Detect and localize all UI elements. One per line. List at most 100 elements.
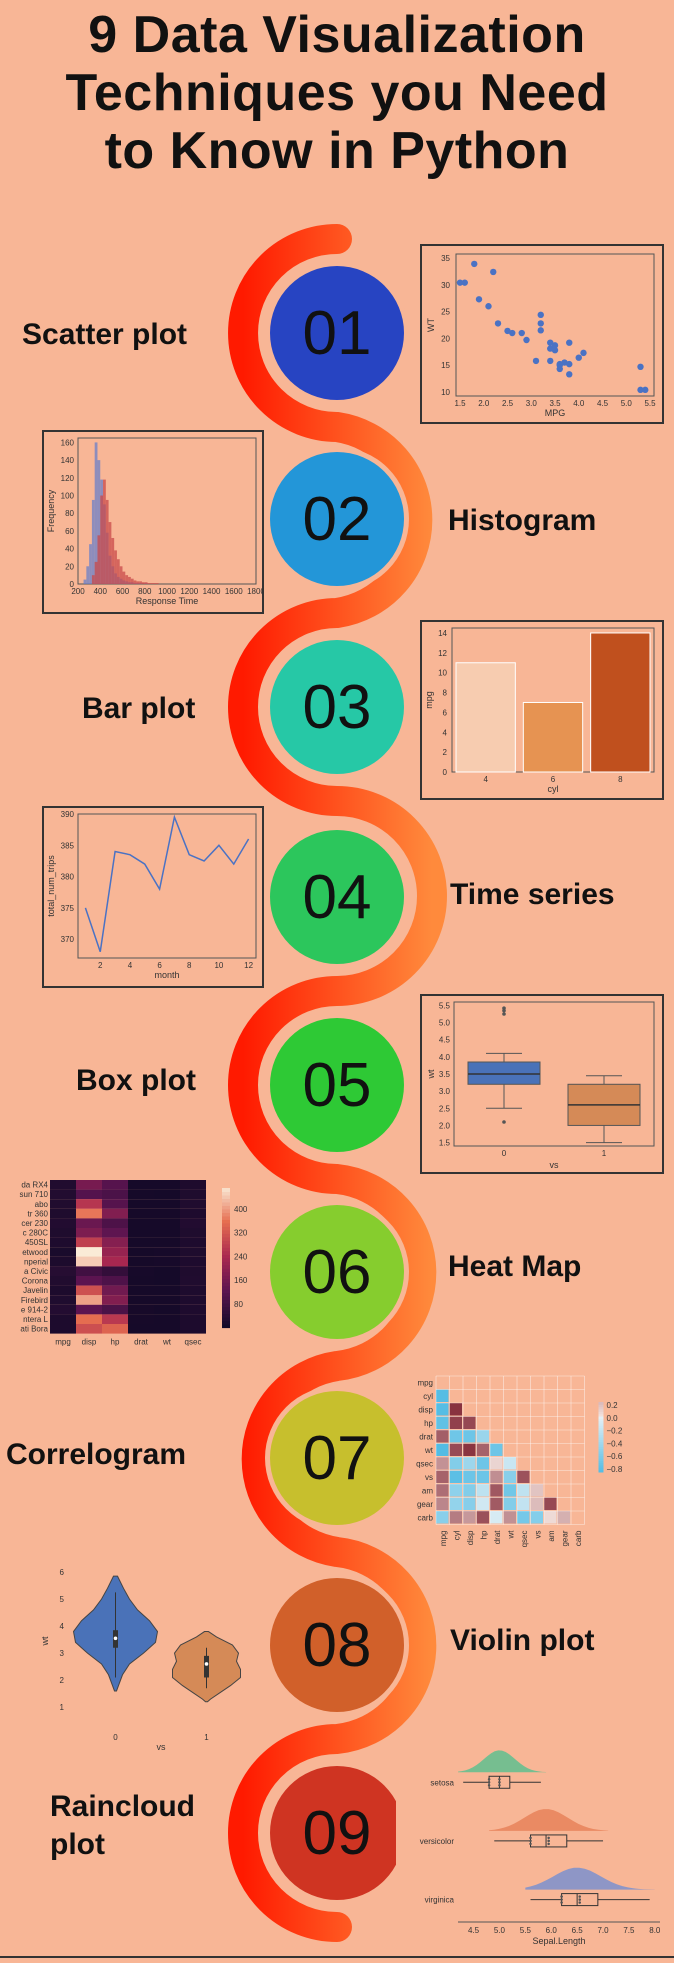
correlogram-col-label: vs: [533, 1531, 542, 1539]
heatmap-colorbar-segment: [222, 1188, 230, 1192]
correlogram-col-label: gear: [560, 1530, 569, 1546]
heatmap-colorbar-segment: [222, 1306, 230, 1311]
heatmap-cell: [102, 1189, 128, 1200]
correlogram-cell: [530, 1484, 543, 1497]
step-08-number: 08: [302, 1610, 372, 1680]
correlogram-col-label: mpg: [439, 1531, 448, 1547]
heatmap-cell: [154, 1285, 180, 1296]
correlogram-row-label: gear: [417, 1500, 433, 1509]
histogram-bar: [86, 566, 90, 584]
bar-plot-y-tick: 6: [443, 708, 448, 717]
scatter-point: [551, 342, 559, 349]
heatmap-cell: [154, 1237, 180, 1248]
histogram-y-tick: 100: [61, 492, 75, 501]
heatmap-cell: [76, 1189, 102, 1200]
heatmap-colorbar-segment: [222, 1310, 230, 1315]
correlogram-cell: [436, 1484, 449, 1497]
heatmap-cell: [76, 1228, 102, 1238]
raincloud-y-tick: setosa: [430, 1778, 454, 1787]
heatmap-colorbar-segment: [222, 1264, 230, 1269]
correlogram-row-label: carb: [417, 1514, 433, 1523]
bar-plot-y-tick: 10: [438, 669, 447, 678]
heatmap-col-label: drat: [134, 1338, 149, 1347]
heatmap-cell: [128, 1285, 154, 1296]
violin-y-label: wt: [40, 1636, 50, 1646]
time-series-line: [84, 814, 250, 952]
heatmap-cell: [154, 1247, 180, 1257]
scatter-point: [490, 268, 497, 276]
raincloud-x-tick: 5.5: [520, 1926, 532, 1935]
raincloud-plot-panel: setosa versicolor virginica 4.5 5.0 5.5 6.0 6.5…: [396, 1742, 664, 1952]
heatmap-cell: [154, 1276, 180, 1286]
step-04-circle: 04: [270, 830, 404, 964]
step-09-circle: 09: [270, 1766, 404, 1900]
heatmap-col-label: qsec: [185, 1338, 202, 1347]
heatmap-cell: [50, 1208, 76, 1219]
heatmap-cell: [102, 1295, 128, 1305]
box-plot-x-label: vs: [550, 1160, 560, 1170]
raincloud-point: [547, 1839, 550, 1843]
raincloud-point: [529, 1836, 532, 1840]
raincloud-point: [578, 1901, 581, 1904]
scatter-x-tick: 4.0: [573, 399, 585, 408]
raincloud-x-tick: 8.0: [649, 1926, 661, 1935]
heatmap-row-label: etwood: [22, 1248, 48, 1257]
violin-y-tick: 1: [60, 1703, 65, 1712]
correlogram-cell: [463, 1497, 476, 1510]
time-series-panel: 2 4 6 8 10 12 370 375 380 385 390 month total_num_tr…: [42, 806, 264, 988]
heatmap-cell: [180, 1218, 206, 1228]
step-05-circle: 05: [270, 1018, 404, 1152]
heatmap-cell: [50, 1314, 76, 1324]
violin-x-tick: 0: [113, 1733, 118, 1742]
heatmap-cell: [102, 1256, 128, 1267]
raincloud-x-tick: 4.5: [468, 1926, 480, 1935]
bar-plot-y-tick: 4: [443, 728, 448, 737]
time-series-x-tick: 6: [157, 961, 162, 970]
heatmap-cell: [50, 1266, 76, 1276]
heatmap-colorbar-segment: [222, 1271, 230, 1276]
heatmap-cell: [180, 1276, 206, 1286]
raincloud-point: [487, 1781, 491, 1784]
scatter-x-tick: 2.5: [502, 399, 514, 408]
violin-median: [204, 1662, 209, 1666]
time-series-y-label: total_num_trips: [46, 855, 56, 917]
histogram-bar: [114, 550, 117, 584]
heatmap-colorbar-segment: [222, 1198, 230, 1203]
step-09-number: 09: [302, 1798, 372, 1868]
time-series-y-tick: 370: [61, 935, 75, 944]
histogram-y-tick: 140: [61, 456, 75, 465]
correlogram-cell: [449, 1416, 462, 1429]
correlogram-cell: [436, 1511, 449, 1524]
raincloud-y-tick: versicolor: [420, 1837, 455, 1846]
heatmap-cell: [180, 1295, 206, 1305]
correlogram-cell: [490, 1484, 503, 1497]
heatmap-cell: [50, 1218, 76, 1228]
heatmap-colorbar-segment: [222, 1229, 230, 1234]
heatmap-colorbar-segment: [222, 1236, 230, 1241]
violin-median: [113, 1636, 118, 1641]
correlogram-col-label: carb: [574, 1530, 583, 1546]
heatmap-cell: [154, 1324, 180, 1334]
correlogram-cell: [530, 1497, 543, 1510]
box-plot-y-tick: 2.0: [439, 1121, 451, 1130]
heatmap-cell: [128, 1208, 154, 1219]
histogram-bar: [128, 576, 131, 584]
heatmap-colorbar-segment: [222, 1261, 230, 1266]
bar-plot-panel: 4 6 8 0 2 4 6 8 10 12 14 cyl mpg: [420, 620, 664, 800]
heatmap-colorbar-segment: [222, 1324, 230, 1329]
heatmap-colorbar-segment: [222, 1254, 230, 1259]
step-07-circle: 07: [270, 1391, 404, 1525]
step-06-circle: 06: [270, 1205, 404, 1339]
heatmap-row-label: e 914-2: [21, 1305, 49, 1314]
violin-y-tick: 3: [60, 1649, 65, 1658]
heatmap-cell: [128, 1199, 154, 1209]
heatmap-row-label: ntera L: [23, 1315, 48, 1324]
heatmap-cell: [180, 1180, 206, 1190]
heatmap-cell: [102, 1218, 128, 1228]
raincloud-x-tick: 6.0: [546, 1926, 558, 1935]
heatmap-col-label: hp: [111, 1338, 120, 1347]
correlogram-cell: [436, 1470, 449, 1483]
histogram-bar: [155, 583, 159, 584]
time-series-x-tick: 8: [187, 961, 192, 970]
correlogram-cell: [436, 1457, 449, 1470]
